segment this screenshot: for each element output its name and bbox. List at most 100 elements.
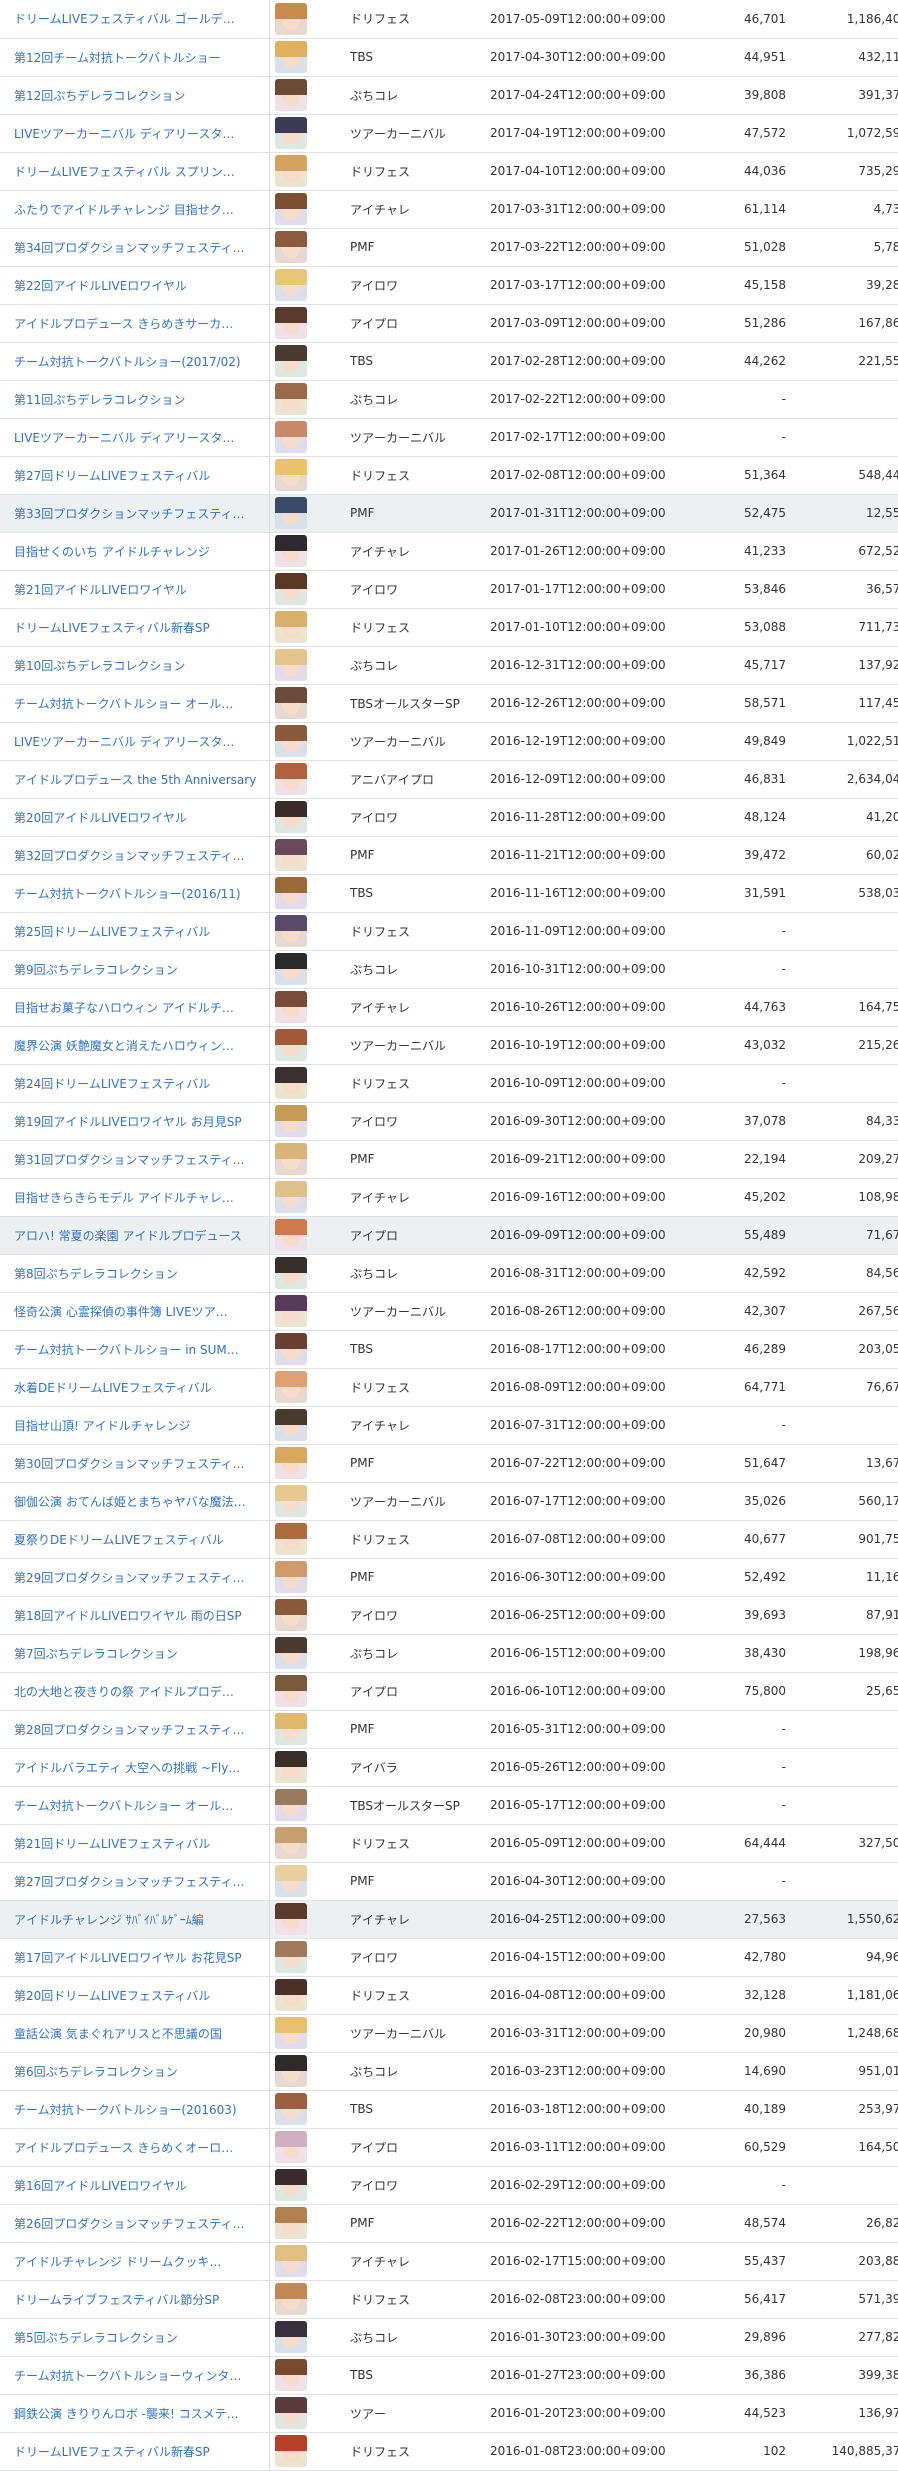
event-name-link[interactable]: 第6回ぷちデレラコレクション [14, 2063, 269, 2080]
event-name-link[interactable]: ふたりでアイドルチャレンジ 目指せク… [14, 201, 269, 218]
event-name-link[interactable]: アイドルプロデュース きらめくオーロ… [14, 2139, 269, 2156]
idol-avatar-icon [275, 2055, 307, 2087]
event-name-link[interactable]: 第32回プロダクションマッチフェスティ… [14, 847, 269, 864]
event-name-link[interactable]: 第16回アイドルLIVEロワイヤル [14, 2177, 269, 2194]
event-name-link[interactable]: チーム対抗トークバトルショー in SUM… [14, 1341, 269, 1358]
event-name-link[interactable]: アイドルチャレンジ ドリームクッキ… [14, 2253, 269, 2270]
event-date-cell: 2016-10-31T12:00:00+09:00 [490, 950, 690, 989]
event-name-link[interactable]: アイドルプロデュース the 5th Anniversary [14, 771, 269, 788]
event-name-link[interactable]: チーム対抗トークバトルショーウィンタ… [14, 2367, 269, 2384]
event-name-link[interactable]: 第29回プロダクションマッチフェスティ… [14, 1569, 269, 1586]
idol-icon-cell [269, 760, 345, 799]
table-row: 目指せきらきらモデル アイドルチャレ… アイチャレ 2016-09-16T12:00… [0, 1178, 898, 1217]
event-name-link[interactable]: 第21回アイドルLIVEロワイヤル [14, 581, 269, 598]
table-row: 第12回チーム対抗トークバトルショー TBS 2017-04-30T12:00:00… [0, 38, 898, 77]
event-name-link[interactable]: 第21回ドリームLIVEフェスティバル [14, 1835, 269, 1852]
event-name-link[interactable]: アイドルバラエティ 大空への挑戦 ~Fly… [14, 1759, 269, 1776]
event-name-link[interactable]: 御伽公演 おてんば姫とまちゃヤバな魔法… [14, 1493, 269, 1510]
event-name-link[interactable]: 第7回ぷちデレラコレクション [14, 1645, 269, 1662]
event-name-link[interactable]: 夏祭りDEドリームLIVEフェスティバル [14, 1531, 269, 1548]
event-name-link[interactable]: アロハ! 常夏の楽園 アイドルプロデュース [14, 1227, 269, 1244]
event-name-link[interactable]: 第26回プロダクションマッチフェスティ… [14, 2215, 269, 2232]
event-name-link[interactable]: ドリームLIVEフェスティバル新春SP [14, 2443, 269, 2460]
table-row: チーム対抗トークバトルショー in SUM… TBS 2016-08-17T12:0… [0, 1330, 898, 1369]
idol-avatar-icon [275, 79, 307, 111]
event-name-cell: ドリームライブフェスティバル節分SP [0, 2280, 270, 2319]
event-name-link[interactable]: 第8回ぷちデレラコレクション [14, 1265, 269, 1282]
event-name-link[interactable]: 第24回ドリームLIVEフェスティバル [14, 1075, 269, 1092]
event-date-cell: 2016-02-08T23:00:00+09:00 [490, 2280, 690, 2319]
event-name-link[interactable]: 第19回アイドルLIVEロワイヤル お月見SP [14, 1113, 269, 1130]
event-name-link[interactable]: アイドルプロデュース きらめきサーカ… [14, 315, 269, 332]
event-name-link[interactable]: チーム対抗トークバトルショー オール… [14, 1797, 269, 1814]
border-value-cell: 14,690 [690, 2052, 786, 2091]
event-name-link[interactable]: LIVEツアーカーニバル ディアリースタ… [14, 733, 269, 750]
event-name-link[interactable]: 目指せくのいち アイドルチャレンジ [14, 543, 269, 560]
event-name-link[interactable]: 第5回ぷちデレラコレクション [14, 2329, 269, 2346]
event-type-cell: アイチャレ [345, 1178, 490, 1217]
table-row: アイドルチャレンジ ｻﾊﾞｲﾊﾞﾙｹﾞｰﾑ編 アイチャレ 2016-04-25T12… [0, 1900, 898, 1939]
total-value-cell: 711,731 [786, 608, 898, 647]
table-row: アイドルプロデュース the 5th Anniversary アニバアイプロ 201… [0, 760, 898, 799]
event-name-link[interactable]: 第34回プロダクションマッチフェスティ… [14, 239, 269, 256]
event-name-link[interactable]: 目指せ山頂! アイドルチャレンジ [14, 1417, 269, 1434]
event-name-cell: LIVEツアーカーニバル ディアリースタ… [0, 722, 270, 761]
event-name-link[interactable]: 第20回ドリームLIVEフェスティバル [14, 1987, 269, 2004]
idol-avatar-icon [275, 1865, 307, 1897]
event-name-link[interactable]: ドリームLIVEフェスティバル ゴールデ… [14, 10, 269, 27]
event-name-link[interactable]: ドリームライブフェスティバル節分SP [14, 2291, 269, 2308]
event-name-link[interactable]: 水着DEドリームLIVEフェスティバル [14, 1379, 269, 1396]
event-name-cell: 第21回アイドルLIVEロワイヤル [0, 570, 270, 609]
event-name-link[interactable]: 第11回ぷちデレラコレクション [14, 391, 269, 408]
event-name-link[interactable]: 目指せきらきらモデル アイドルチャレ… [14, 1189, 269, 1206]
event-name-link[interactable]: 第17回アイドルLIVEロワイヤル お花見SP [14, 1949, 269, 1966]
event-name-link[interactable]: 第12回チーム対抗トークバトルショー [14, 49, 269, 66]
table-row: 第30回プロダクションマッチフェスティ… PMF 2016-07-22T12:00:… [0, 1444, 898, 1483]
total-value-cell: 1,181,065 [786, 1976, 898, 2015]
idol-avatar-icon [275, 2093, 307, 2125]
event-name-link[interactable]: 第20回アイドルLIVEロワイヤル [14, 809, 269, 826]
event-name-link[interactable]: 第33回プロダクションマッチフェスティ… [14, 505, 269, 522]
event-name-link[interactable]: 第30回プロダクションマッチフェスティ… [14, 1455, 269, 1472]
idol-avatar-icon [275, 497, 307, 529]
event-name-link[interactable]: 目指せお菓子なハロウィン アイドルチ… [14, 999, 269, 1016]
event-name-link[interactable]: 魔界公演 妖艶魔女と消えたハロウィン… [14, 1037, 269, 1054]
idol-avatar-icon [275, 307, 307, 339]
event-name-link[interactable]: 童話公演 気まぐれアリスと不思議の国 [14, 2025, 269, 2042]
event-name-link[interactable]: 怪奇公演 心霊探偵の事件簿 LIVEツア… [14, 1303, 269, 1320]
event-name-link[interactable]: 第12回ぷちデレラコレクション [14, 87, 269, 104]
event-name-link[interactable]: LIVEツアーカーニバル ディアリースタ… [14, 429, 269, 446]
event-name-link[interactable]: 第31回プロダクションマッチフェスティ… [14, 1151, 269, 1168]
event-name-cell: ドリームLIVEフェスティバル新春SP [0, 2432, 270, 2471]
event-name-link[interactable]: 北の大地と夜きりの祭 アイドルプロデ… [14, 1683, 269, 1700]
event-name-link[interactable]: アイドルチャレンジ ｻﾊﾞｲﾊﾞﾙｹﾞｰﾑ編 [14, 1911, 269, 1928]
event-name-link[interactable]: 第25回ドリームLIVEフェスティバル [14, 923, 269, 940]
total-value-cell: 84,564 [786, 1254, 898, 1293]
event-name-link[interactable]: ドリームLIVEフェスティバル スプリン… [14, 163, 269, 180]
event-name-link[interactable]: 第18回アイドルLIVEロワイヤル 雨の日SP [14, 1607, 269, 1624]
event-date-cell: 2016-09-09T12:00:00+09:00 [490, 1216, 690, 1255]
event-name-link[interactable]: 第28回プロダクションマッチフェスティ… [14, 1721, 269, 1738]
event-name-link[interactable]: チーム対抗トークバトルショー(2017/02) [14, 353, 269, 370]
event-name-link[interactable]: 鋼鉄公演 きりりんロボ -襲来! コスメテ… [14, 2405, 269, 2422]
event-name-link[interactable]: 第10回ぷちデレラコレクション [14, 657, 269, 674]
total-value-cell: 221,551 [786, 342, 898, 381]
event-name-link[interactable]: 第27回プロダクションマッチフェスティ… [14, 1873, 269, 1890]
total-value-cell: 215,262 [786, 1026, 898, 1065]
table-row: チーム対抗トークバトルショー(2017/02) TBS 2017-02-28T12:… [0, 342, 898, 381]
border-value-cell: 43,032 [690, 1026, 786, 1065]
event-name-link[interactable]: 第27回ドリームLIVEフェスティバル [14, 467, 269, 484]
idol-icon-cell [269, 2318, 345, 2357]
event-name-link[interactable]: チーム対抗トークバトルショー(2016/11) [14, 885, 269, 902]
event-name-link[interactable]: LIVEツアーカーニバル ディアリースタ… [14, 125, 269, 142]
idol-avatar-icon [275, 1827, 307, 1859]
event-name-link[interactable]: チーム対抗トークバトルショー オール… [14, 695, 269, 712]
event-name-link[interactable]: チーム対抗トークバトルショー(201603) [14, 2101, 269, 2118]
event-name-link[interactable]: ドリームLIVEフェスティバル新春SP [14, 619, 269, 636]
table-row: ドリームLIVEフェスティバル スプリン… ドリフェス 2017-04-10T12:… [0, 152, 898, 191]
event-name-link[interactable]: 第9回ぷちデレラコレクション [14, 961, 269, 978]
idol-icon-cell [269, 266, 345, 305]
event-name-link[interactable]: 第22回アイドルLIVEロワイヤル [14, 277, 269, 294]
event-date-cell: 2016-05-09T12:00:00+09:00 [490, 1824, 690, 1863]
idol-avatar-icon [275, 117, 307, 149]
